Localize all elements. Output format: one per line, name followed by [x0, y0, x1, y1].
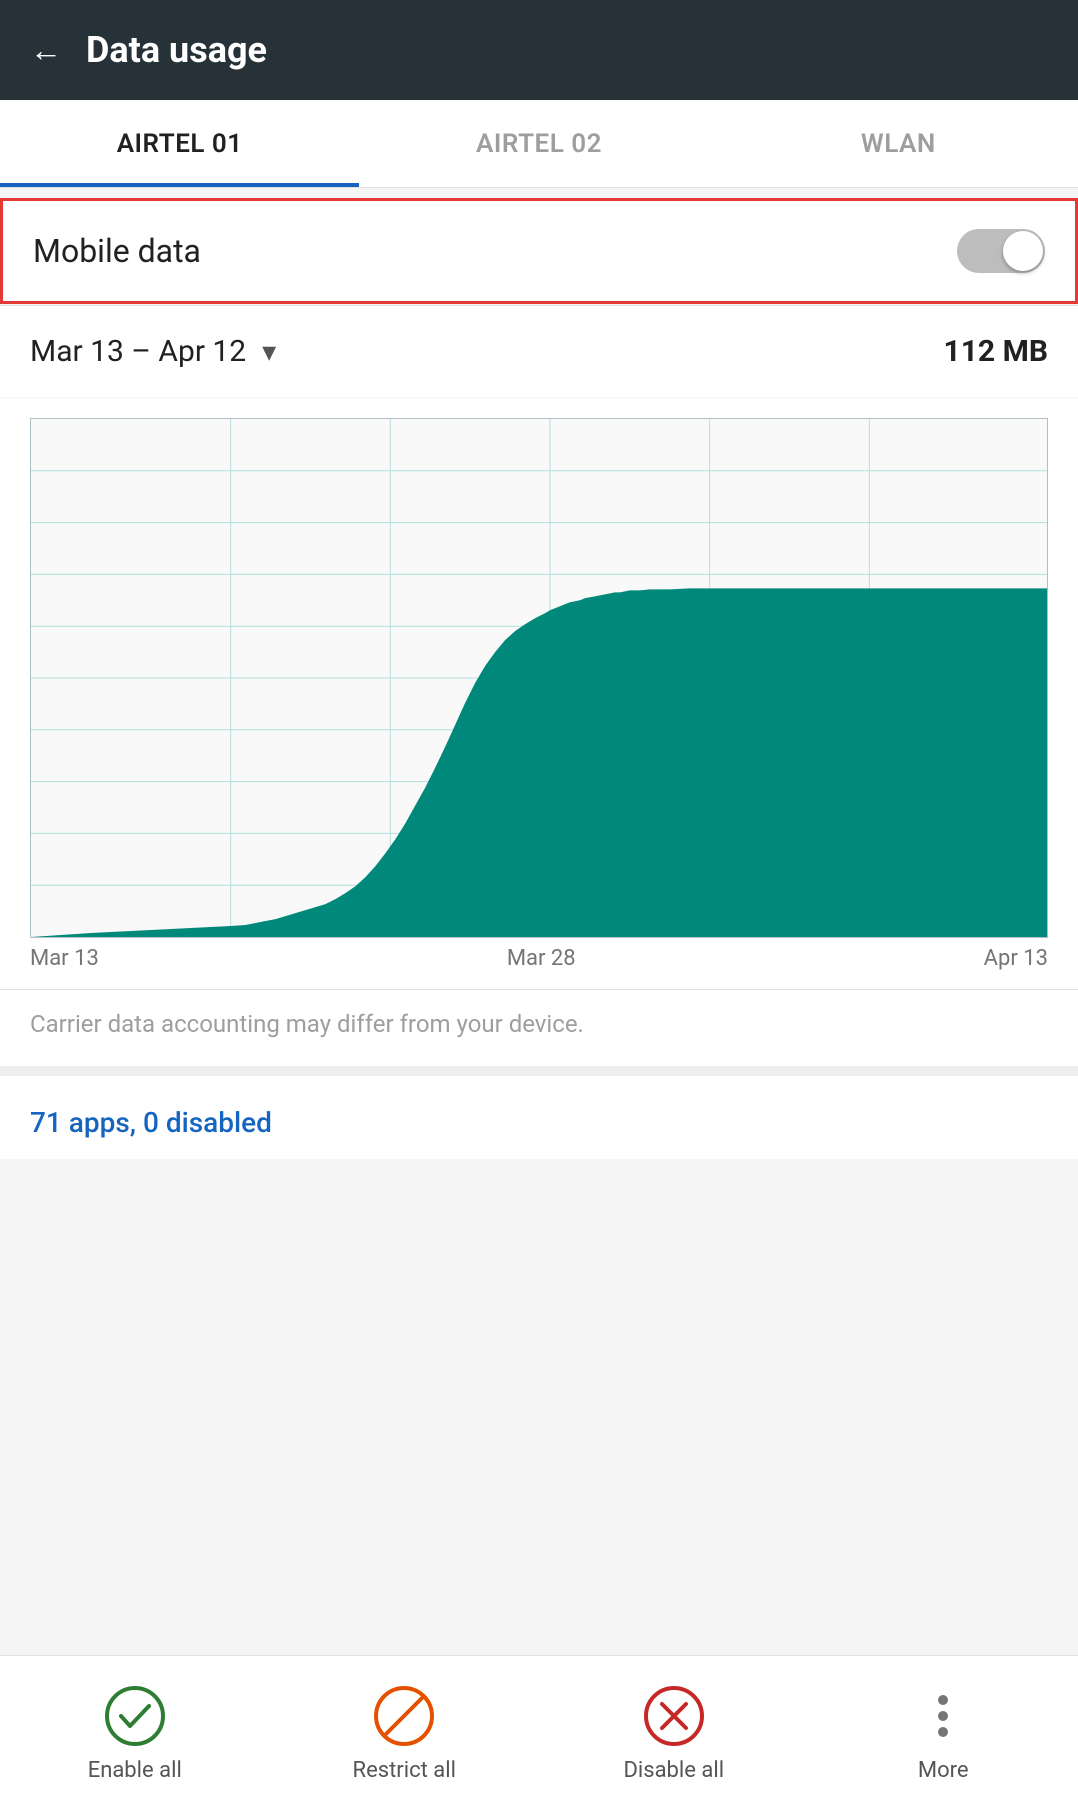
- mobile-data-toggle[interactable]: [957, 229, 1045, 273]
- more-button[interactable]: More: [809, 1656, 1078, 1811]
- carrier-notice: Carrier data accounting may differ from …: [0, 989, 1078, 1066]
- tab-wlan[interactable]: WLAN: [719, 100, 1078, 187]
- bottom-action-bar: Enable all Restrict all Disable all: [0, 1655, 1078, 1811]
- enable-all-button[interactable]: Enable all: [0, 1656, 270, 1811]
- mobile-data-row: Mobile data: [0, 198, 1078, 304]
- chart-container: Mar 13 Mar 28 Apr 13: [0, 398, 1078, 989]
- tabs-container: AIRTEL 01 AIRTEL 02 WLAN: [0, 100, 1078, 188]
- disable-all-button[interactable]: Disable all: [539, 1656, 809, 1811]
- restrict-all-icon: [372, 1684, 436, 1748]
- restrict-all-button[interactable]: Restrict all: [270, 1656, 540, 1811]
- disable-all-label: Disable all: [623, 1758, 724, 1783]
- chart-label-end: Apr 13: [984, 946, 1048, 971]
- date-range-text: Mar 13 – Apr 12: [30, 334, 246, 369]
- more-label: More: [918, 1758, 969, 1783]
- section-divider: [0, 1066, 1078, 1076]
- page-title: Data usage: [86, 29, 267, 71]
- tab-airtel02[interactable]: AIRTEL 02: [359, 100, 718, 187]
- chart-wrapper: [30, 418, 1048, 938]
- date-range-left: Mar 13 – Apr 12 ▾: [30, 334, 276, 369]
- restrict-all-label: Restrict all: [353, 1758, 456, 1783]
- header: ← Data usage: [0, 0, 1078, 100]
- toggle-knob: [1003, 231, 1043, 271]
- mobile-data-label: Mobile data: [33, 232, 201, 270]
- chevron-down-icon: ▾: [262, 335, 276, 368]
- apps-summary: 71 apps, 0 disabled: [0, 1076, 1078, 1159]
- data-amount: 112 MB: [943, 334, 1048, 369]
- enable-all-label: Enable all: [88, 1758, 182, 1783]
- data-chart: [31, 419, 1047, 937]
- disable-all-icon: [642, 1684, 706, 1748]
- back-button[interactable]: ←: [30, 31, 62, 69]
- chart-label-start: Mar 13: [30, 946, 99, 971]
- date-range-row[interactable]: Mar 13 – Apr 12 ▾ 112 MB: [0, 305, 1078, 397]
- tab-airtel01[interactable]: AIRTEL 01: [0, 100, 359, 187]
- enable-all-icon: [103, 1684, 167, 1748]
- chart-labels: Mar 13 Mar 28 Apr 13: [30, 938, 1048, 979]
- more-icon: [911, 1684, 975, 1748]
- chart-label-mid: Mar 28: [507, 946, 576, 971]
